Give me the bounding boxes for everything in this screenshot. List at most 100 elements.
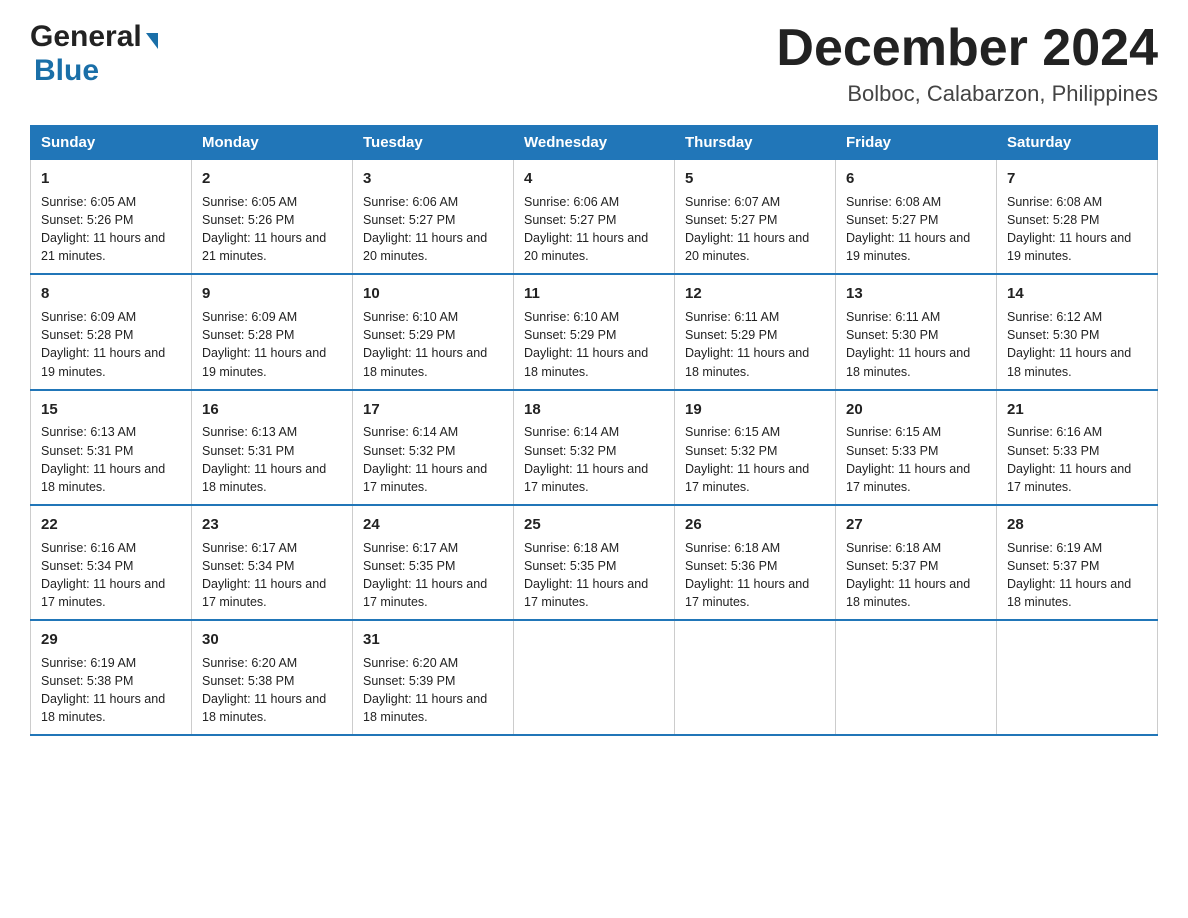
calendar-day-cell: 1 Sunrise: 6:05 AMSunset: 5:26 PMDaylight… — [31, 160, 192, 275]
day-sun-info: Sunrise: 6:11 AMSunset: 5:29 PMDaylight:… — [685, 308, 825, 381]
day-number: 8 — [41, 283, 181, 305]
day-sun-info: Sunrise: 6:19 AMSunset: 5:38 PMDaylight:… — [41, 654, 181, 727]
day-number: 3 — [363, 168, 503, 190]
calendar-week-row: 22Sunrise: 6:16 AMSunset: 5:34 PMDayligh… — [31, 505, 1158, 620]
day-number: 4 — [524, 168, 664, 190]
day-sun-info: Sunrise: 6:13 AMSunset: 5:31 PMDaylight:… — [202, 423, 342, 496]
day-sun-info: Sunrise: 6:07 AMSunset: 5:27 PMDaylight:… — [685, 193, 825, 266]
day-number: 22 — [41, 514, 181, 536]
calendar-day-cell: 22Sunrise: 6:16 AMSunset: 5:34 PMDayligh… — [31, 505, 192, 620]
day-sun-info: Sunrise: 6:08 AMSunset: 5:27 PMDaylight:… — [846, 193, 986, 266]
day-sun-info: Sunrise: 6:13 AMSunset: 5:31 PMDaylight:… — [41, 423, 181, 496]
day-sun-info: Sunrise: 6:12 AMSunset: 5:30 PMDaylight:… — [1007, 308, 1147, 381]
calendar-day-cell: 14Sunrise: 6:12 AMSunset: 5:30 PMDayligh… — [997, 274, 1158, 389]
day-number: 24 — [363, 514, 503, 536]
day-sun-info: Sunrise: 6:09 AMSunset: 5:28 PMDaylight:… — [41, 308, 181, 381]
day-sun-info: Sunrise: 6:18 AMSunset: 5:37 PMDaylight:… — [846, 539, 986, 612]
page-header: General Blue December 2024 Bolboc, Calab… — [30, 20, 1158, 107]
day-sun-info: Sunrise: 6:10 AMSunset: 5:29 PMDaylight:… — [363, 308, 503, 381]
day-of-week-header: Thursday — [675, 126, 836, 160]
day-number: 16 — [202, 399, 342, 421]
calendar-week-row: 15Sunrise: 6:13 AMSunset: 5:31 PMDayligh… — [31, 390, 1158, 505]
day-number: 12 — [685, 283, 825, 305]
logo-triangle-icon — [146, 33, 158, 49]
calendar-day-cell: 31Sunrise: 6:20 AMSunset: 5:39 PMDayligh… — [353, 620, 514, 735]
day-of-week-header: Sunday — [31, 126, 192, 160]
calendar-week-row: 8 Sunrise: 6:09 AMSunset: 5:28 PMDaylight… — [31, 274, 1158, 389]
day-number: 17 — [363, 399, 503, 421]
day-sun-info: Sunrise: 6:17 AMSunset: 5:35 PMDaylight:… — [363, 539, 503, 612]
calendar-day-cell: 5Sunrise: 6:07 AMSunset: 5:27 PMDaylight… — [675, 160, 836, 275]
day-sun-info: Sunrise: 6:09 AMSunset: 5:28 PMDaylight:… — [202, 308, 342, 381]
calendar-day-cell: 13Sunrise: 6:11 AMSunset: 5:30 PMDayligh… — [836, 274, 997, 389]
day-sun-info: Sunrise: 6:06 AMSunset: 5:27 PMDaylight:… — [363, 193, 503, 266]
calendar-day-cell: 7 Sunrise: 6:08 AMSunset: 5:28 PMDaylight… — [997, 160, 1158, 275]
day-of-week-header: Monday — [192, 126, 353, 160]
calendar-day-cell — [675, 620, 836, 735]
calendar-day-cell — [514, 620, 675, 735]
calendar-day-cell: 8 Sunrise: 6:09 AMSunset: 5:28 PMDaylight… — [31, 274, 192, 389]
day-of-week-header: Saturday — [997, 126, 1158, 160]
day-sun-info: Sunrise: 6:05 AMSunset: 5:26 PMDaylight:… — [41, 193, 181, 266]
calendar-day-cell: 20Sunrise: 6:15 AMSunset: 5:33 PMDayligh… — [836, 390, 997, 505]
day-sun-info: Sunrise: 6:20 AMSunset: 5:38 PMDaylight:… — [202, 654, 342, 727]
day-of-week-header: Wednesday — [514, 126, 675, 160]
day-number: 15 — [41, 399, 181, 421]
day-number: 28 — [1007, 514, 1147, 536]
day-number: 31 — [363, 629, 503, 651]
day-number: 9 — [202, 283, 342, 305]
calendar-day-cell: 11 Sunrise: 6:10 AMSunset: 5:29 PMDayligh… — [514, 274, 675, 389]
day-number: 10 — [363, 283, 503, 305]
day-sun-info: Sunrise: 6:06 AMSunset: 5:27 PMDaylight:… — [524, 193, 664, 266]
title-block: December 2024 Bolboc, Calabarzon, Philip… — [776, 20, 1158, 107]
location-subtitle: Bolboc, Calabarzon, Philippines — [776, 81, 1158, 107]
calendar-day-cell: 29 Sunrise: 6:19 AMSunset: 5:38 PMDayligh… — [31, 620, 192, 735]
day-of-week-header: Friday — [836, 126, 997, 160]
day-sun-info: Sunrise: 6:14 AMSunset: 5:32 PMDaylight:… — [524, 423, 664, 496]
logo-blue-text: Blue — [30, 54, 99, 88]
calendar-day-cell: 17Sunrise: 6:14 AMSunset: 5:32 PMDayligh… — [353, 390, 514, 505]
logo-general-text: General — [30, 20, 142, 54]
calendar-day-cell: 9 Sunrise: 6:09 AMSunset: 5:28 PMDaylight… — [192, 274, 353, 389]
day-number: 27 — [846, 514, 986, 536]
day-number: 25 — [524, 514, 664, 536]
calendar-day-cell — [836, 620, 997, 735]
day-number: 6 — [846, 168, 986, 190]
calendar-table: SundayMondayTuesdayWednesdayThursdayFrid… — [30, 125, 1158, 736]
calendar-day-cell: 19Sunrise: 6:15 AMSunset: 5:32 PMDayligh… — [675, 390, 836, 505]
calendar-day-cell: 21Sunrise: 6:16 AMSunset: 5:33 PMDayligh… — [997, 390, 1158, 505]
day-sun-info: Sunrise: 6:18 AMSunset: 5:36 PMDaylight:… — [685, 539, 825, 612]
calendar-day-cell: 3 Sunrise: 6:06 AMSunset: 5:27 PMDaylight… — [353, 160, 514, 275]
day-sun-info: Sunrise: 6:10 AMSunset: 5:29 PMDaylight:… — [524, 308, 664, 381]
day-number: 19 — [685, 399, 825, 421]
day-sun-info: Sunrise: 6:08 AMSunset: 5:28 PMDaylight:… — [1007, 193, 1147, 266]
calendar-day-cell — [997, 620, 1158, 735]
calendar-day-cell: 25 Sunrise: 6:18 AMSunset: 5:35 PMDayligh… — [514, 505, 675, 620]
day-sun-info: Sunrise: 6:17 AMSunset: 5:34 PMDaylight:… — [202, 539, 342, 612]
day-number: 21 — [1007, 399, 1147, 421]
day-number: 11 — [524, 283, 664, 305]
calendar-day-cell: 6 Sunrise: 6:08 AMSunset: 5:27 PMDaylight… — [836, 160, 997, 275]
logo: General Blue — [30, 20, 158, 88]
day-number: 26 — [685, 514, 825, 536]
calendar-day-cell: 27 Sunrise: 6:18 AMSunset: 5:37 PMDayligh… — [836, 505, 997, 620]
day-number: 18 — [524, 399, 664, 421]
day-sun-info: Sunrise: 6:19 AMSunset: 5:37 PMDaylight:… — [1007, 539, 1147, 612]
calendar-day-cell: 18Sunrise: 6:14 AMSunset: 5:32 PMDayligh… — [514, 390, 675, 505]
calendar-week-row: 1 Sunrise: 6:05 AMSunset: 5:26 PMDaylight… — [31, 160, 1158, 275]
day-number: 29 — [41, 629, 181, 651]
day-number: 2 — [202, 168, 342, 190]
day-sun-info: Sunrise: 6:18 AMSunset: 5:35 PMDaylight:… — [524, 539, 664, 612]
day-number: 30 — [202, 629, 342, 651]
calendar-day-cell: 28 Sunrise: 6:19 AMSunset: 5:37 PMDayligh… — [997, 505, 1158, 620]
day-sun-info: Sunrise: 6:14 AMSunset: 5:32 PMDaylight:… — [363, 423, 503, 496]
day-number: 1 — [41, 168, 181, 190]
day-number: 7 — [1007, 168, 1147, 190]
day-sun-info: Sunrise: 6:15 AMSunset: 5:33 PMDaylight:… — [846, 423, 986, 496]
month-title: December 2024 — [776, 20, 1158, 77]
calendar-day-cell: 10 Sunrise: 6:10 AMSunset: 5:29 PMDayligh… — [353, 274, 514, 389]
calendar-day-cell: 23Sunrise: 6:17 AMSunset: 5:34 PMDayligh… — [192, 505, 353, 620]
calendar-day-cell: 16Sunrise: 6:13 AMSunset: 5:31 PMDayligh… — [192, 390, 353, 505]
calendar-week-row: 29 Sunrise: 6:19 AMSunset: 5:38 PMDayligh… — [31, 620, 1158, 735]
calendar-day-cell: 15Sunrise: 6:13 AMSunset: 5:31 PMDayligh… — [31, 390, 192, 505]
